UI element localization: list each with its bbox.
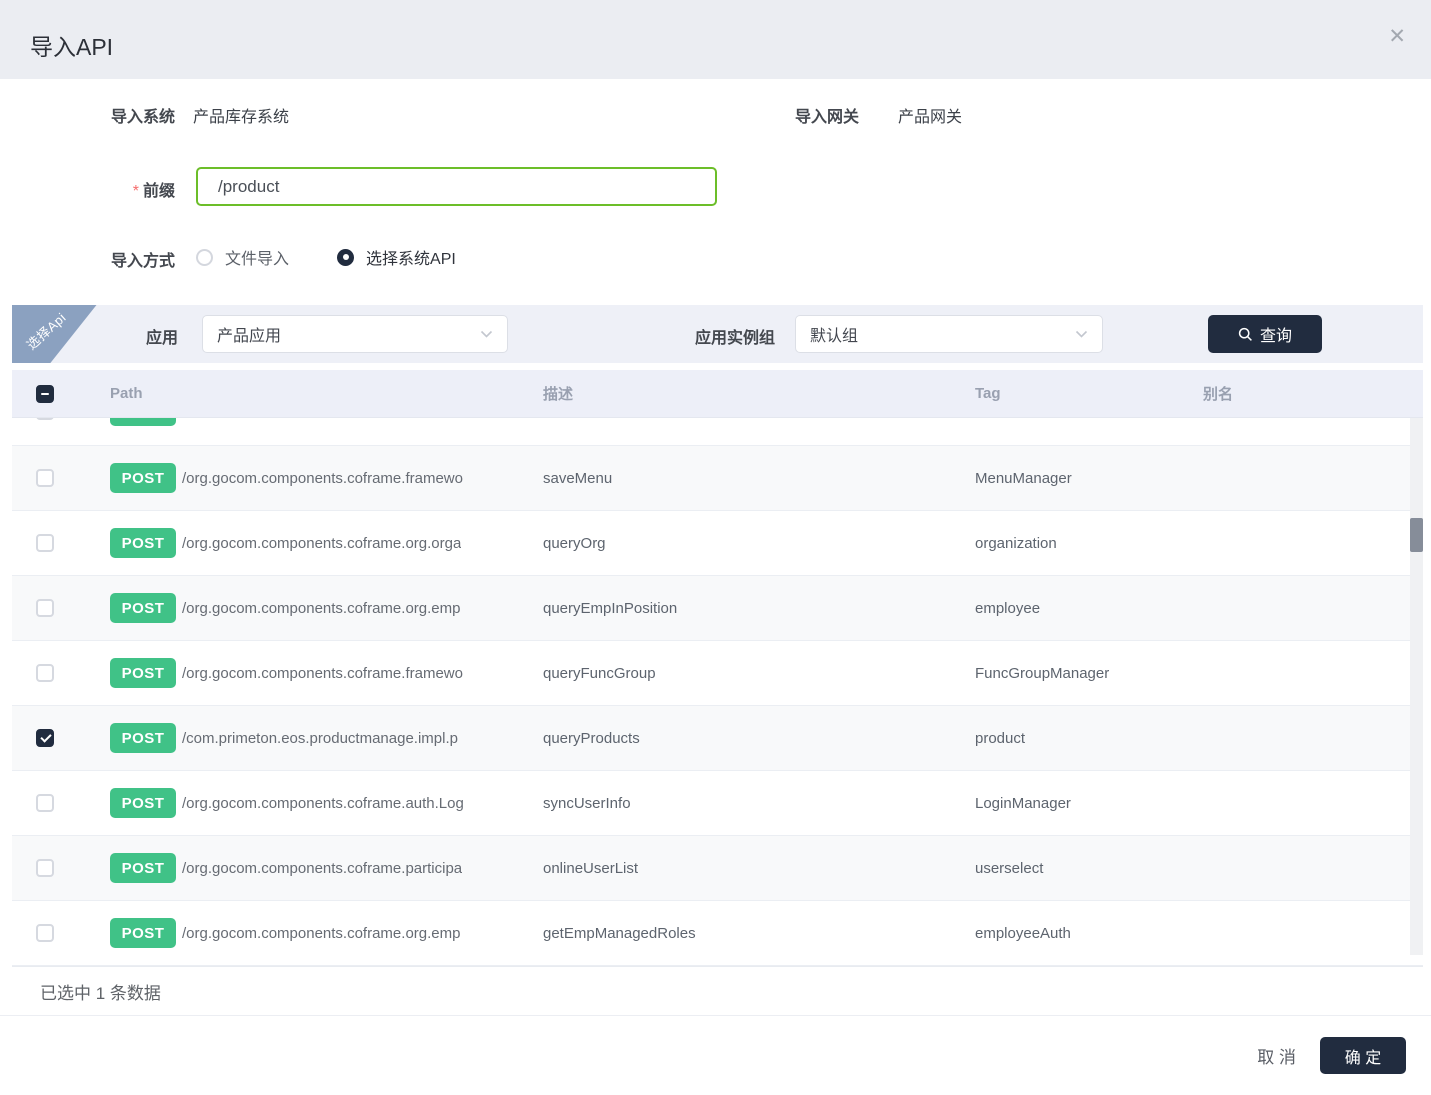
api-description: syncUserInfo — [543, 795, 975, 812]
dialog-header: 导入API ✕ — [0, 0, 1431, 79]
system-value: 产品库存系统 — [193, 103, 289, 127]
row-checkbox[interactable] — [36, 599, 54, 617]
scrollbar-thumb[interactable] — [1410, 518, 1423, 552]
confirm-button[interactable]: 确 定 — [1320, 1037, 1406, 1074]
api-picker: 选择Api 应用 产品应用 应用实例组 默认组 查询 Path 描述 — [12, 305, 1423, 967]
import-api-dialog: 导入API ✕ 导入系统 产品库存系统 导入网关 产品网关 *前缀 导入方式 文… — [0, 0, 1431, 1095]
table-row[interactable]: POST /org.gocom.components.coframe.auth.… — [12, 771, 1423, 836]
required-asterisk: * — [133, 183, 139, 200]
method-badge: POST — [110, 788, 176, 818]
table-row[interactable]: POST /org.gocom.components.coframe.org.e… — [12, 576, 1423, 641]
api-path: /org.gocom.components.coframe.participa — [182, 860, 462, 877]
api-path: /org.gocom.components.coframe.org.emp — [182, 600, 460, 617]
column-header-tag: Tag — [975, 385, 1203, 402]
api-description: queryProducts — [543, 730, 975, 747]
chevron-down-icon — [1075, 330, 1088, 339]
api-tag: LoginManager — [975, 795, 1203, 812]
api-path: /org.gocom.components.coframe.framewo — [182, 470, 463, 487]
search-icon — [1238, 327, 1253, 342]
radio-select-system-api[interactable]: 选择系统API — [337, 245, 456, 269]
column-header-path: Path — [100, 385, 543, 402]
api-description: onlineUserList — [543, 860, 975, 877]
prefix-input[interactable] — [196, 167, 717, 206]
instance-group-select[interactable]: 默认组 — [795, 315, 1103, 353]
system-label: 导入系统 — [0, 103, 175, 127]
table-body: POST POST /org.gocom.components.coframe.… — [12, 418, 1423, 966]
api-tag: userselect — [975, 860, 1203, 877]
api-tag: MenuManager — [975, 470, 1203, 487]
radio-icon — [196, 249, 213, 266]
row-checkbox[interactable] — [36, 418, 54, 420]
table-row[interactable]: POST /com.primeton.eos.productmanage.imp… — [12, 706, 1423, 771]
api-path: /org.gocom.components.coframe.org.orga — [182, 535, 461, 552]
close-icon[interactable]: ✕ — [1388, 26, 1406, 47]
method-badge: POST — [110, 418, 176, 426]
table-row[interactable]: POST /org.gocom.components.coframe.frame… — [12, 446, 1423, 511]
api-description: queryFuncGroup — [543, 665, 975, 682]
table-row[interactable]: POST — [12, 418, 1423, 446]
row-checkbox[interactable] — [36, 664, 54, 682]
table-header-row: Path 描述 Tag 别名 — [12, 370, 1423, 418]
dialog-footer: 取 消 确 定 — [0, 1016, 1431, 1095]
radio-file-import[interactable]: 文件导入 — [196, 245, 289, 269]
prefix-label: *前缀 — [0, 177, 175, 201]
chevron-down-icon — [480, 330, 493, 339]
method-badge: POST — [110, 723, 176, 753]
api-tag: employee — [975, 600, 1203, 617]
table-row[interactable]: POST /org.gocom.components.coframe.org.e… — [12, 901, 1423, 966]
app-select[interactable]: 产品应用 — [202, 315, 508, 353]
row-checkbox[interactable] — [36, 534, 54, 552]
spacer — [12, 363, 1423, 370]
row-checkbox[interactable] — [36, 469, 54, 487]
api-description: queryEmpInPosition — [543, 600, 975, 617]
filter-bar: 选择Api 应用 产品应用 应用实例组 默认组 查询 — [12, 305, 1423, 363]
method-badge: POST — [110, 918, 176, 948]
api-description: saveMenu — [543, 470, 975, 487]
radio-icon — [337, 249, 354, 266]
selected-count-text: 已选中 1 条数据 — [40, 979, 161, 1004]
api-tag: organization — [975, 535, 1203, 552]
row-checkbox[interactable] — [36, 924, 54, 942]
method-badge: POST — [110, 853, 176, 883]
method-badge: POST — [110, 463, 176, 493]
app-label: 应用 — [12, 324, 178, 348]
api-tag: employeeAuth — [975, 925, 1203, 942]
method-badge: POST — [110, 593, 176, 623]
import-form: 导入系统 产品库存系统 导入网关 产品网关 *前缀 导入方式 文件导入 选择系统… — [0, 79, 1431, 305]
gateway-value: 产品网关 — [898, 103, 962, 127]
row-checkbox[interactable] — [36, 859, 54, 877]
method-badge: POST — [110, 528, 176, 558]
row-checkbox[interactable] — [36, 729, 54, 747]
column-header-desc: 描述 — [543, 383, 975, 404]
api-path: /org.gocom.components.coframe.org.emp — [182, 925, 460, 942]
vertical-scrollbar[interactable] — [1410, 418, 1423, 955]
table-row[interactable]: POST /org.gocom.components.coframe.frame… — [12, 641, 1423, 706]
api-path: /org.gocom.components.coframe.framewo — [182, 665, 463, 682]
method-badge: POST — [110, 658, 176, 688]
selection-count-bar: 已选中 1 条数据 — [0, 967, 1431, 1016]
gateway-label: 导入网关 — [795, 103, 859, 127]
select-all-checkbox[interactable] — [36, 385, 54, 403]
api-tag: FuncGroupManager — [975, 665, 1203, 682]
import-mode-radio-group: 文件导入 选择系统API — [196, 245, 504, 269]
table-row[interactable]: POST /org.gocom.components.coframe.parti… — [12, 836, 1423, 901]
cancel-button[interactable]: 取 消 — [1257, 1043, 1296, 1068]
dialog-title: 导入API — [30, 28, 113, 62]
mode-label: 导入方式 — [0, 247, 175, 271]
api-path: /org.gocom.components.coframe.auth.Log — [182, 795, 464, 812]
column-header-alias: 别名 — [1203, 383, 1423, 404]
row-checkbox[interactable] — [36, 794, 54, 812]
api-path: /com.primeton.eos.productmanage.impl.p — [182, 730, 458, 747]
api-table: Path 描述 Tag 别名 POST POST /org.gocom.comp… — [12, 370, 1423, 967]
api-description: getEmpManagedRoles — [543, 925, 975, 942]
api-tag: product — [975, 730, 1203, 747]
query-button[interactable]: 查询 — [1208, 315, 1322, 353]
table-row[interactable]: POST /org.gocom.components.coframe.org.o… — [12, 511, 1423, 576]
api-description: queryOrg — [543, 535, 975, 552]
instance-group-label: 应用实例组 — [552, 324, 775, 348]
